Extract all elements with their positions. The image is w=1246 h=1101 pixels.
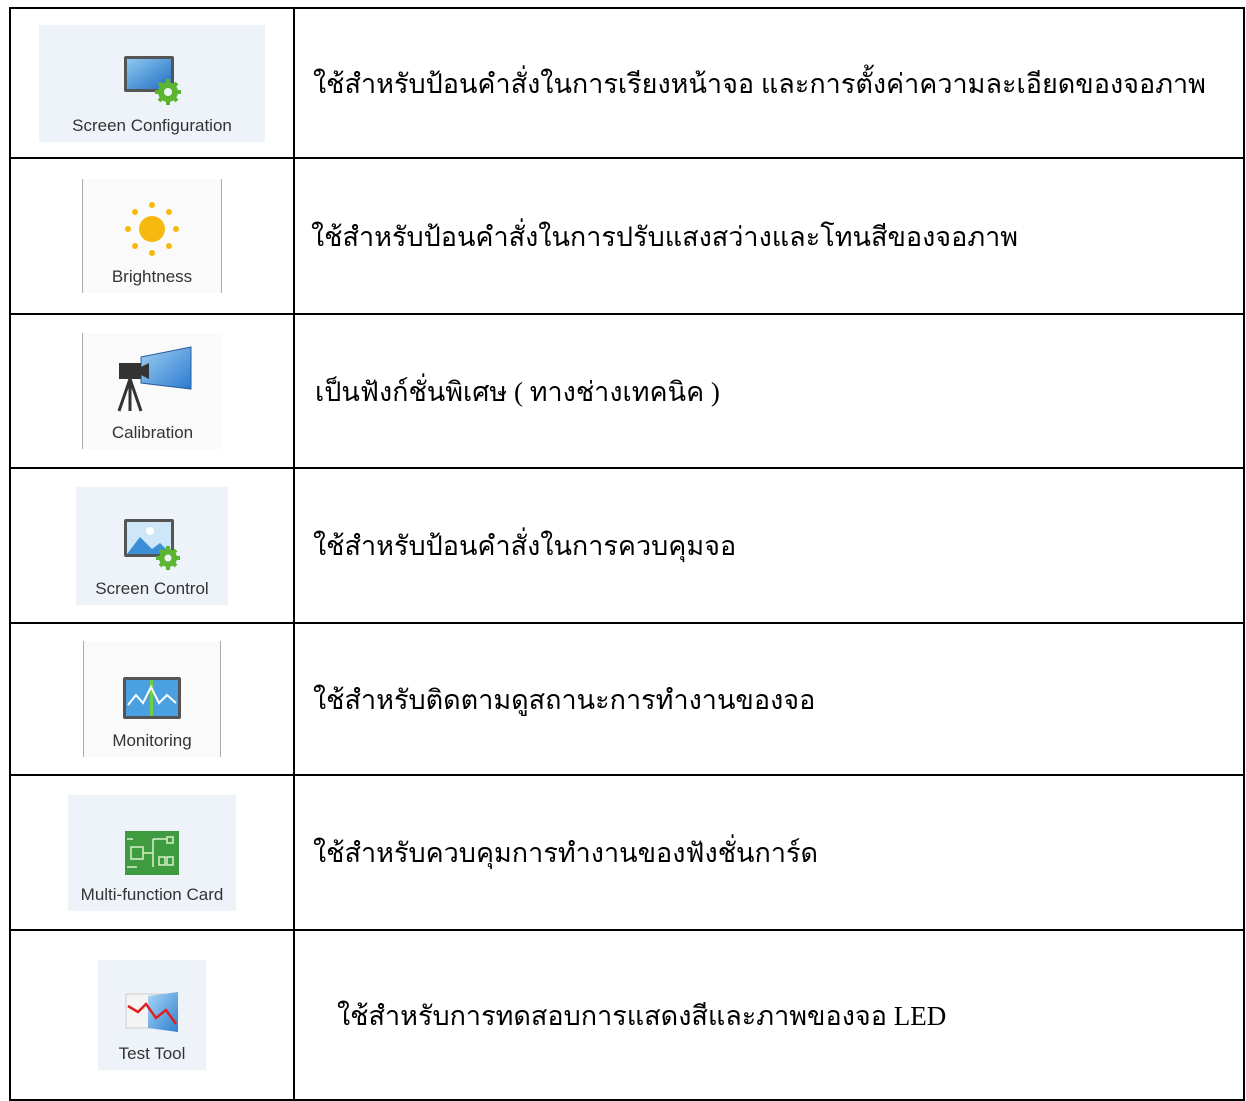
- icon-cell: Test Tool: [9, 929, 295, 1101]
- table-row: Brightness ใช้สำหรับป้อนคำสั่งในการปรับแ…: [9, 157, 1245, 315]
- description-cell: ใช้สำหรับป้อนคำสั่งในการปรับแสงสว่างและโ…: [293, 157, 1245, 315]
- screen-configuration-button[interactable]: Screen Configuration: [39, 24, 265, 142]
- screen-configuration-label: Screen Configuration: [72, 115, 232, 135]
- sun-icon: [125, 202, 179, 256]
- table-row: Calibration เป็นฟังก์ชั่นพิเศษ ( ทางช่าง…: [9, 313, 1245, 469]
- line-graph-icon: [125, 992, 178, 1032]
- camera-tripod-icon: [117, 346, 191, 412]
- monitoring-label: Monitoring: [112, 731, 192, 750]
- description-cell: ใช้สำหรับป้อนคำสั่งในการเรียงหน้าจอ และก…: [293, 7, 1245, 159]
- calibration-label: Calibration: [111, 423, 194, 442]
- calibration-button[interactable]: Calibration: [82, 333, 222, 449]
- table-row: Screen Configuration ใช้สำหรับป้อนคำสั่ง…: [9, 7, 1245, 159]
- monitoring-button[interactable]: Monitoring: [83, 641, 221, 757]
- monitor-gear-icon: [124, 55, 181, 105]
- description-cell: ใช้สำหรับการทดสอบการแสดงสีและภาพของจอ LE…: [293, 929, 1245, 1101]
- icon-cell: Monitoring: [9, 622, 295, 776]
- description-cell: ใช้สำหรับควบคุมการทำงานของฟังชั่นการ์ด: [293, 774, 1245, 931]
- screen-control-label: Screen Control: [95, 578, 209, 598]
- table-row: Screen Control ใช้สำหรับป้อนคำสั่งในการค…: [9, 467, 1245, 624]
- icon-cell: Multi-function Card: [9, 774, 295, 931]
- icon-cell: Screen Configuration: [9, 7, 295, 159]
- test-tool-button[interactable]: Test Tool: [98, 960, 206, 1070]
- circuit-board-icon: [125, 830, 179, 875]
- brightness-button[interactable]: Brightness: [82, 179, 222, 293]
- brightness-label: Brightness: [111, 267, 193, 286]
- table-row: Multi-function Card ใช้สำหรับควบคุมการทำ…: [9, 774, 1245, 931]
- table-row: Test Tool ใช้สำหรับการทดสอบการแสดงสีและภ…: [9, 929, 1245, 1101]
- image-gear-icon: [124, 518, 180, 570]
- test-tool-label: Test Tool: [118, 1044, 186, 1063]
- icon-cell: Brightness: [9, 157, 295, 315]
- monitor-wave-icon: [123, 677, 181, 719]
- multi-function-card-button[interactable]: Multi-function Card: [68, 794, 236, 911]
- icon-cell: Screen Control: [9, 467, 295, 624]
- multi-function-card-label: Multi-function Card: [80, 884, 224, 904]
- screen-control-button[interactable]: Screen Control: [76, 486, 228, 605]
- feature-table: Screen Configuration ใช้สำหรับป้อนคำสั่ง…: [9, 7, 1245, 1101]
- table-row: Monitoring ใช้สำหรับติดตามดูสถานะการทำงา…: [9, 622, 1245, 776]
- description-cell: ใช้สำหรับป้อนคำสั่งในการควบคุมจอ: [293, 467, 1245, 624]
- icon-cell: Calibration: [9, 313, 295, 469]
- description-cell: ใช้สำหรับติดตามดูสถานะการทำงานของจอ: [293, 622, 1245, 776]
- description-cell: เป็นฟังก์ชั่นพิเศษ ( ทางช่างเทคนิค ): [293, 313, 1245, 469]
